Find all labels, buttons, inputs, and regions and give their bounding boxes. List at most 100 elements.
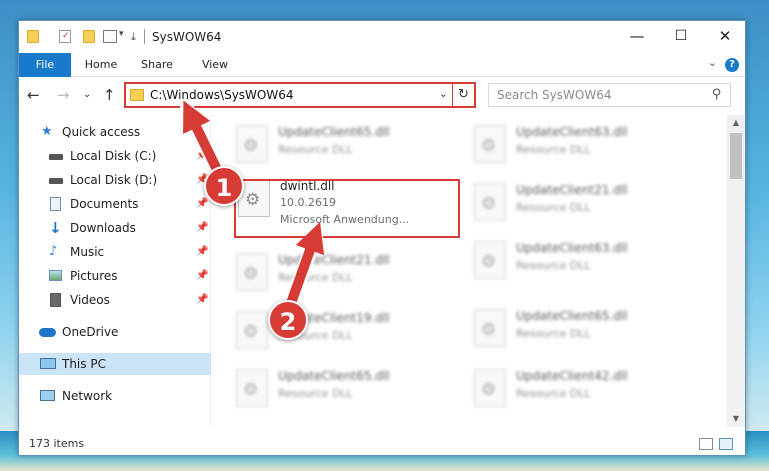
scroll-up-button[interactable]: ▲: [727, 115, 745, 131]
dll-file-icon: ⚙: [474, 369, 506, 407]
download-icon: ↓: [49, 219, 62, 237]
gear-icon: ⚙: [481, 136, 497, 156]
properties-icon[interactable]: ✓: [59, 30, 71, 43]
star-icon: ★: [41, 124, 53, 139]
search-input[interactable]: Search SysWOW64: [497, 88, 611, 102]
tab-share[interactable]: Share: [131, 53, 183, 77]
sidebar-item-label: Videos: [70, 293, 110, 307]
qa-customize-icon[interactable]: ⤓: [131, 30, 136, 44]
sidebar-item-music[interactable]: ♪ Music 📌: [19, 241, 211, 263]
search-icon[interactable]: ⚲: [712, 87, 722, 102]
file-type: Resource DLL: [278, 387, 353, 400]
file-name: UpdateClient65.dll: [278, 369, 390, 383]
ribbon-expand-icon[interactable]: ⌄: [708, 56, 717, 69]
back-button[interactable]: ←: [27, 86, 40, 104]
file-item[interactable]: ⚙ UpdateClient42.dll Resource DLL: [470, 365, 700, 417]
tab-file[interactable]: File: [19, 53, 71, 77]
file-name: UpdateClient21.dll: [516, 183, 628, 197]
status-bar: 173 items: [19, 427, 745, 455]
sidebar-item-label: Documents: [70, 197, 139, 211]
sidebar-item-documents[interactable]: Documents 📌: [19, 193, 211, 215]
title-separator: [144, 29, 145, 44]
qa-dropdown-icon[interactable]: ▾: [119, 29, 124, 39]
vertical-scrollbar[interactable]: ▲ ▼: [727, 115, 745, 427]
sidebar-item-label: Downloads: [70, 221, 136, 235]
videos-icon: [50, 293, 61, 307]
file-name: UpdateClient63.dll: [516, 125, 628, 139]
file-item[interactable]: ⚙ UpdateClient65.dll Resource DLL: [232, 365, 462, 417]
file-item[interactable]: ⚙ UpdateClient65.dll Resource DLL: [470, 305, 700, 357]
maximize-button[interactable]: ☐: [659, 21, 703, 53]
title-bar: ✓ ▾ ⤓ SysWOW64 — ☐ ✕: [19, 21, 745, 53]
folder-icon: [130, 89, 144, 101]
scroll-down-button[interactable]: ▼: [727, 411, 745, 427]
pin-icon[interactable]: 📌: [196, 145, 208, 167]
tab-view[interactable]: View: [189, 53, 241, 77]
minimize-button[interactable]: —: [615, 21, 659, 53]
file-type: Resource DLL: [516, 259, 591, 272]
sidebar-item-label: Local Disk (C:): [70, 149, 157, 163]
dll-file-icon: ⚙: [474, 309, 506, 347]
dll-file-icon: ⚙: [474, 183, 506, 221]
details-view-icon[interactable]: [699, 438, 713, 450]
address-path[interactable]: C:\Windows\SysWOW64: [150, 88, 294, 102]
recent-locations-button[interactable]: ⌄: [83, 89, 91, 100]
new-folder-icon[interactable]: [83, 30, 95, 43]
sidebar-item-local-disk-c[interactable]: Local Disk (C:) 📌: [19, 145, 211, 167]
gear-icon: ⚙: [481, 252, 497, 272]
refresh-button[interactable]: ↻: [452, 84, 474, 106]
sidebar-item-label: OneDrive: [62, 325, 119, 339]
navigation-bar: ← → ⌄ ↑ C:\Windows\SysWOW64 ⌄ ↻ Search S…: [19, 77, 745, 115]
step-1-badge: 1: [204, 166, 244, 206]
ribbon-tabs: File Home Share View ⌄ ?: [19, 53, 745, 77]
file-item[interactable]: ⚙ UpdateClient63.dll Resource DLL: [470, 237, 700, 289]
file-type: Resource DLL: [516, 387, 591, 400]
forward-button[interactable]: →: [57, 86, 70, 104]
tab-home[interactable]: Home: [75, 53, 127, 77]
pin-icon[interactable]: 📌: [196, 217, 208, 239]
gear-icon: ⚙: [481, 320, 497, 340]
search-box[interactable]: Search SysWOW64 ⚲: [488, 83, 731, 107]
gear-icon: ⚙: [243, 136, 259, 156]
sidebar-item-network[interactable]: Network: [19, 385, 211, 407]
dll-file-icon: ⚙: [236, 369, 268, 407]
sidebar-item-label: Quick access: [62, 125, 141, 139]
address-dropdown-icon[interactable]: ⌄: [439, 87, 448, 100]
sidebar-item-label: Local Disk (D:): [70, 173, 158, 187]
file-item[interactable]: ⚙ UpdateClient63.dll Resource DLL: [470, 121, 700, 173]
gear-icon: ⚙: [481, 194, 497, 214]
sidebar-item-pictures[interactable]: Pictures 📌: [19, 265, 211, 287]
pin-icon[interactable]: 📌: [196, 289, 208, 311]
file-item[interactable]: ⚙ UpdateClient19.dll Resource DLL: [232, 307, 462, 359]
sidebar-item-local-disk-d[interactable]: Local Disk (D:) 📌: [19, 169, 211, 191]
sidebar-item-downloads[interactable]: ↓ Downloads 📌: [19, 217, 211, 239]
dll-file-icon: ⚙: [474, 125, 506, 163]
pin-icon[interactable]: 📌: [196, 241, 208, 263]
scroll-thumb[interactable]: [730, 133, 742, 179]
dll-file-icon: ⚙: [236, 253, 268, 291]
large-icons-view-icon[interactable]: [719, 438, 733, 450]
file-type: Resource DLL: [278, 271, 353, 284]
file-item[interactable]: ⚙ UpdateClient21.dll Resource DLL: [470, 179, 700, 231]
computer-icon: [40, 358, 56, 369]
file-explorer-window: ✓ ▾ ⤓ SysWOW64 — ☐ ✕ File Home Share Vie…: [18, 20, 746, 456]
file-list: ⚙ UpdateClient65.dll Resource DLL ⚙ dwin…: [212, 115, 727, 427]
pin-icon[interactable]: 📌: [196, 265, 208, 287]
file-type: Resource DLL: [516, 201, 591, 214]
help-icon[interactable]: ?: [725, 58, 739, 72]
dll-file-icon: ⚙: [236, 125, 268, 163]
file-item[interactable]: ⚙ UpdateClient65.dll Resource DLL: [232, 121, 462, 173]
sidebar-item-videos[interactable]: Videos 📌: [19, 289, 211, 311]
file-type: Resource DLL: [516, 327, 591, 340]
file-item[interactable]: ⚙ UpdateClient21.dll Resource DLL: [232, 249, 462, 301]
sidebar-item-this-pc[interactable]: This PC: [19, 353, 211, 375]
customize-toolbar-icon[interactable]: [103, 30, 117, 43]
close-button[interactable]: ✕: [703, 21, 745, 53]
sidebar-item-quick-access[interactable]: ★ Quick access: [19, 121, 211, 143]
sidebar-item-label: Music: [70, 245, 105, 259]
cloud-icon: [39, 328, 56, 337]
address-bar[interactable]: C:\Windows\SysWOW64 ⌄ ↻: [124, 82, 476, 108]
folder-icon: [27, 30, 39, 43]
up-button[interactable]: ↑: [103, 86, 116, 104]
sidebar-item-onedrive[interactable]: OneDrive: [19, 321, 211, 343]
